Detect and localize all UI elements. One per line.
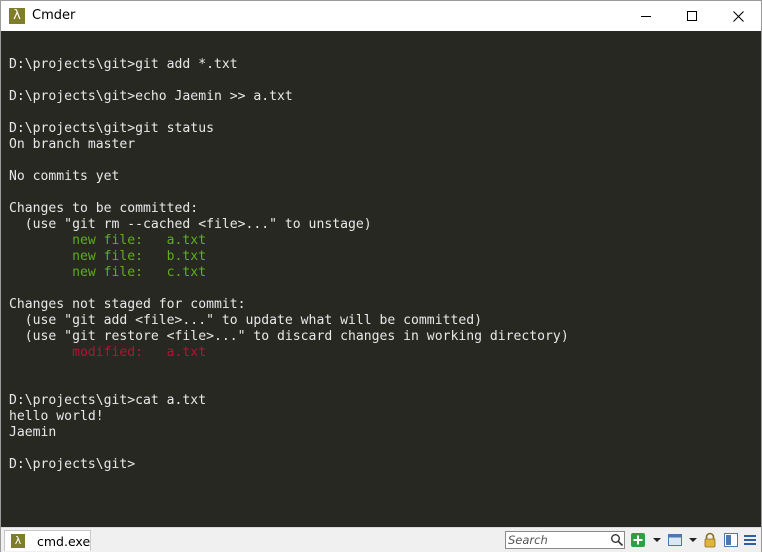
close-icon [732, 10, 744, 22]
console-line: D:\projects\git>git status [9, 121, 214, 136]
console-line: new file: a.txt [9, 233, 207, 248]
window-icon[interactable] [667, 532, 683, 548]
dropdown-arrow-icon[interactable] [649, 532, 665, 548]
console-line: Changes not staged for commit: [9, 297, 246, 312]
status-bar: λ cmd.exe [1, 527, 761, 552]
search-icon[interactable] [610, 533, 624, 547]
console-line: No commits yet [9, 169, 120, 184]
console-line: (use "git restore <file>..." to discard … [9, 329, 569, 344]
title-bar[interactable]: λ Cmder [1, 1, 761, 31]
search-input[interactable] [508, 533, 608, 547]
console-line: D:\projects\git>cat a.txt [9, 393, 207, 408]
minimize-icon [641, 16, 651, 17]
console-line: (use "git rm --cached <file>..." to unst… [9, 217, 372, 232]
lambda-tab-icon: λ [11, 534, 25, 548]
new-console-plus-icon[interactable] [630, 532, 646, 548]
minimize-button[interactable] [623, 1, 669, 31]
lock-icon[interactable] [702, 532, 718, 548]
menu-list-icon[interactable] [742, 532, 758, 548]
cmder-window: λ Cmder D:\projects\git>git add *.txt D:\… [0, 0, 762, 552]
console-line: hello world! [9, 409, 104, 424]
tab-label: cmd.exe [37, 534, 91, 549]
console-line: Jaemin [9, 425, 57, 440]
console-line: modified: a.txt [9, 345, 207, 360]
lambda-app-icon: λ [9, 8, 25, 24]
console-line: new file: c.txt [9, 265, 207, 280]
console-line: new file: b.txt [9, 249, 207, 264]
console-line: D:\projects\git>echo Jaemin >> a.txt [9, 89, 293, 104]
window-title: Cmder [32, 8, 76, 23]
dropdown-arrow-icon[interactable] [685, 532, 701, 548]
console-line: On branch master [9, 137, 136, 152]
tab-cmd-exe[interactable]: λ cmd.exe [4, 530, 91, 551]
split-view-icon[interactable] [723, 532, 739, 548]
maximize-icon [687, 11, 697, 21]
console-line: Changes to be committed: [9, 201, 199, 216]
console-line: D:\projects\git>git add *.txt [9, 57, 238, 72]
search-box[interactable] [505, 531, 625, 549]
console-line: D:\projects\git> [9, 457, 136, 472]
close-button[interactable] [715, 1, 761, 31]
console-line: (use "git add <file>..." to update what … [9, 313, 482, 328]
console-output[interactable]: D:\projects\git>git add *.txt D:\projects… [1, 31, 761, 527]
maximize-button[interactable] [669, 1, 715, 31]
